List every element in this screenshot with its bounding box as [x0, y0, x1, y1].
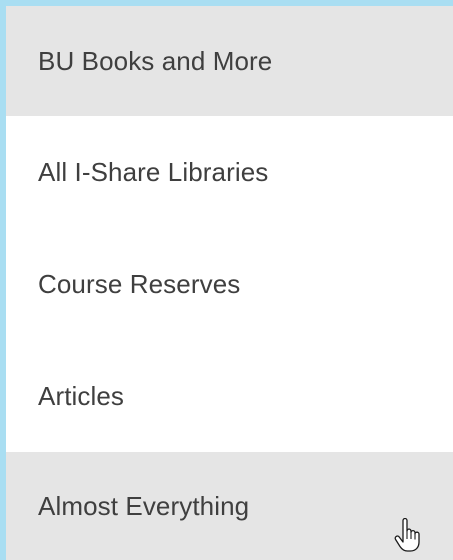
menu-item-all-i-share-libraries[interactable]: All I-Share Libraries: [6, 116, 453, 228]
menu-item-course-reserves[interactable]: Course Reserves: [6, 228, 453, 340]
hand-pointer-icon: [394, 518, 420, 552]
menu-item-label: Articles: [38, 380, 125, 411]
menu-item-label: BU Books and More: [38, 45, 273, 76]
menu-item-almost-everything[interactable]: Almost Everything: [6, 452, 453, 560]
search-scope-menu: BU Books and More All I-Share Libraries …: [6, 6, 453, 560]
search-scope-dropdown-frame: BU Books and More All I-Share Libraries …: [0, 0, 453, 560]
menu-item-label: All I-Share Libraries: [38, 156, 269, 187]
menu-item-label: Almost Everything: [38, 491, 250, 521]
menu-item-articles[interactable]: Articles: [6, 340, 453, 452]
menu-item-bu-books-and-more[interactable]: BU Books and More: [6, 6, 453, 116]
menu-item-label: Course Reserves: [38, 268, 241, 299]
